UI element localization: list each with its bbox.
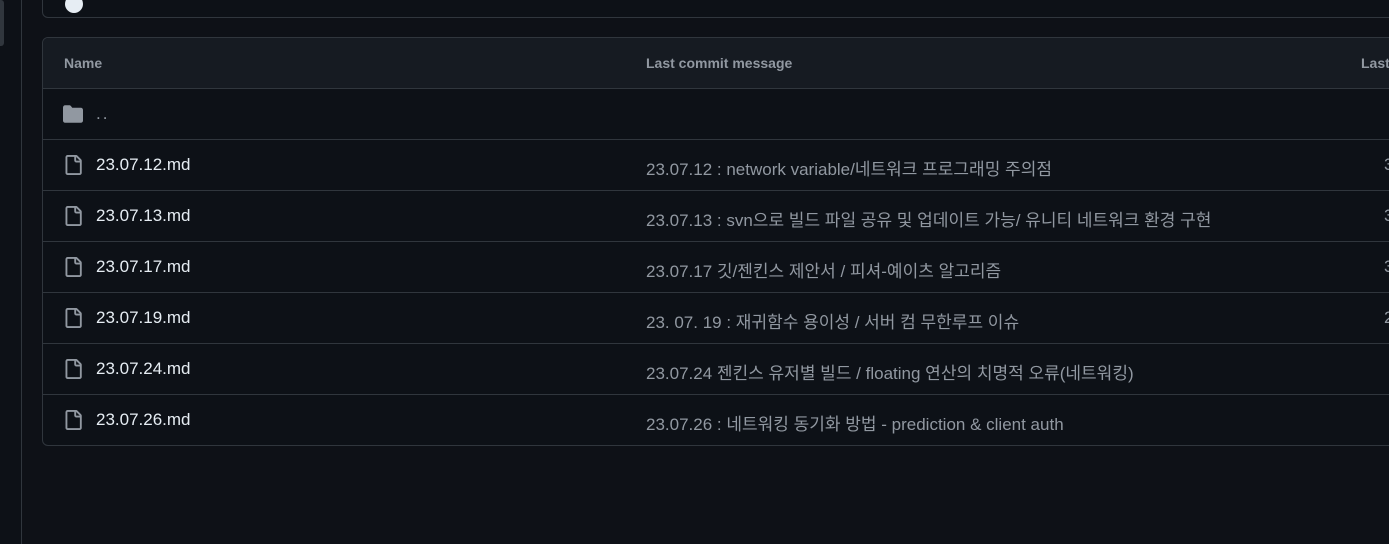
- file-table: Name Last commit message Last .. 23.07.1…: [42, 37, 1389, 446]
- commit-date: 3: [1384, 155, 1389, 175]
- file-icon: [65, 308, 82, 328]
- parent-directory-row[interactable]: ..: [43, 89, 1389, 140]
- commit-message-link[interactable]: 23.07.17 깃/젠킨스 제안서 / 피셔-예이츠 알고리즘: [646, 257, 1001, 282]
- file-name-link[interactable]: 23.07.13.md: [96, 206, 191, 226]
- avatar[interactable]: [65, 0, 83, 13]
- commit-message-link[interactable]: 23.07.13 : svn으로 빌드 파일 공유 및 업데이트 가능/ 유니티…: [646, 206, 1211, 231]
- commit-date: 3: [1384, 206, 1389, 226]
- file-icon: [65, 155, 82, 175]
- file-icon: [65, 257, 82, 277]
- commit-date: 2: [1384, 308, 1389, 328]
- page: Name Last commit message Last .. 23.07.1…: [0, 0, 1389, 544]
- commit-message-link[interactable]: 23.07.24 젠킨스 유저별 빌드 / floating 연산의 치명적 오…: [646, 359, 1134, 384]
- top-panel: [42, 0, 1389, 18]
- file-row[interactable]: 23.07.17.md 23.07.17 깃/젠킨스 제안서 / 피셔-예이츠 …: [43, 242, 1389, 293]
- file-name-link[interactable]: 23.07.12.md: [96, 155, 191, 175]
- file-name-link[interactable]: 23.07.19.md: [96, 308, 191, 328]
- file-icon: [65, 410, 82, 430]
- sidebar-active-marker: [0, 0, 4, 46]
- folder-icon: [63, 105, 83, 123]
- commit-message-link[interactable]: 23. 07. 19 : 재귀함수 용이성 / 서버 컴 무한루프 이슈: [646, 308, 1019, 333]
- file-row[interactable]: 23.07.26.md 23.07.26 : 네트워킹 동기화 방법 - pre…: [43, 395, 1389, 445]
- file-icon: [65, 206, 82, 226]
- commit-date: 3: [1384, 257, 1389, 277]
- file-icon: [65, 359, 82, 379]
- file-name-link[interactable]: 23.07.17.md: [96, 257, 191, 277]
- file-row[interactable]: 23.07.13.md 23.07.13 : svn으로 빌드 파일 공유 및 …: [43, 191, 1389, 242]
- file-name-link[interactable]: 23.07.24.md: [96, 359, 191, 379]
- left-sidebar: [0, 0, 22, 544]
- table-header: Name Last commit message Last: [43, 38, 1389, 89]
- header-last-commit-date: Last: [1361, 55, 1389, 71]
- commit-message-link[interactable]: 23.07.26 : 네트워킹 동기화 방법 - prediction & cl…: [646, 410, 1064, 435]
- file-row[interactable]: 23.07.12.md 23.07.12 : network variable/…: [43, 140, 1389, 191]
- file-name-link[interactable]: 23.07.26.md: [96, 410, 191, 430]
- parent-directory-link[interactable]: ..: [96, 104, 109, 124]
- header-last-commit-message: Last commit message: [646, 55, 793, 71]
- header-name: Name: [64, 55, 103, 71]
- file-row[interactable]: 23.07.24.md 23.07.24 젠킨스 유저별 빌드 / floati…: [43, 344, 1389, 395]
- file-row[interactable]: 23.07.19.md 23. 07. 19 : 재귀함수 용이성 / 서버 컴…: [43, 293, 1389, 344]
- commit-message-link[interactable]: 23.07.12 : network variable/네트워크 프로그래밍 주…: [646, 155, 1052, 180]
